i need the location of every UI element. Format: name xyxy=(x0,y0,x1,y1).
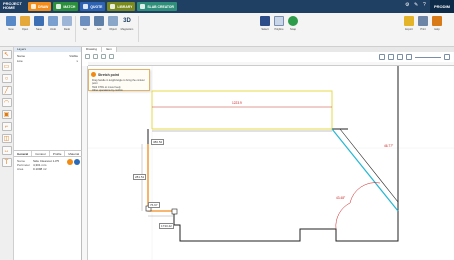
text-tool-icon[interactable]: T xyxy=(1,158,12,167)
export-button[interactable]: Export xyxy=(402,16,416,36)
layers-icon[interactable] xyxy=(388,54,394,60)
cutout-tool-icon[interactable]: ▣ xyxy=(1,110,12,119)
countertop-outline xyxy=(147,66,399,242)
zoom-controls xyxy=(379,54,450,60)
ribbon-divider xyxy=(75,16,76,42)
tab-match[interactable]: MATCH xyxy=(53,2,79,11)
top-nav: PROJECT HOME DRAW MATCH QUOTE LIBRARY SL… xyxy=(0,0,454,13)
arc-tool-icon[interactable]: ◠ xyxy=(1,98,12,107)
library-icon xyxy=(110,4,116,9)
zoom-out-icon[interactable] xyxy=(406,54,412,60)
redo-icon xyxy=(62,16,72,26)
add-icon xyxy=(94,16,104,26)
settings-icon[interactable]: ⚙ xyxy=(405,3,410,8)
set-icon xyxy=(80,16,90,26)
project-home-button[interactable]: PROJECT HOME xyxy=(0,0,26,13)
snap-icon xyxy=(288,16,298,26)
folder-icon xyxy=(20,16,30,26)
new-button[interactable]: New xyxy=(4,16,18,36)
tab-draw[interactable]: DRAW xyxy=(28,2,52,11)
help-button[interactable]: Help xyxy=(430,16,444,36)
edge-tool-icon[interactable]: ⌐ xyxy=(1,122,12,131)
angle-label[interactable]: 46.77° xyxy=(384,144,393,148)
angle-arc xyxy=(335,202,351,230)
sink-tool-icon[interactable]: ◫ xyxy=(1,134,12,143)
polyline-button[interactable]: Polyline xyxy=(272,16,286,36)
print-icon xyxy=(418,16,428,26)
tree-row[interactable]: Line x xyxy=(17,59,78,64)
dimension-label[interactable]: 1733.42 xyxy=(159,223,174,229)
layers-panel: Layers Name Visible Line x General Contour… xyxy=(14,47,84,260)
save-button[interactable]: Save xyxy=(32,16,46,36)
angle-arc xyxy=(349,182,381,204)
stretch-handle[interactable] xyxy=(171,208,178,215)
slab-icon xyxy=(140,4,146,9)
stretch-point-hint: Stretch point Drag handle in length/angl… xyxy=(88,69,150,92)
print-button[interactable]: Print xyxy=(416,16,430,36)
object-icon xyxy=(108,16,118,26)
line-tool-icon[interactable]: ╱ xyxy=(1,86,12,95)
dimension-tool-icon[interactable]: ↔ xyxy=(1,146,12,155)
add-button[interactable]: Add xyxy=(92,16,106,36)
match-icon xyxy=(56,4,62,9)
circle-tool-icon[interactable]: ○ xyxy=(1,74,12,83)
copy-icon[interactable] xyxy=(101,53,106,59)
3d-button[interactable]: 3D Magnetism xyxy=(120,16,134,36)
ribbon-divider xyxy=(138,16,139,42)
dimension-label[interactable]: 281.51 xyxy=(133,174,147,180)
material-color-icon[interactable] xyxy=(67,159,73,165)
cut-icon[interactable] xyxy=(93,53,98,59)
zoom-slider[interactable] xyxy=(415,56,441,58)
undo-icon xyxy=(48,16,58,26)
yellow-outline xyxy=(151,90,333,129)
left-tool-strip: ↖ ▭ ○ ╱ ◠ ▣ ⌐ ◫ ↔ T xyxy=(0,47,14,260)
tab-library[interactable]: LIBRARY xyxy=(107,2,136,11)
quote-icon xyxy=(83,4,89,9)
paste-icon[interactable] xyxy=(109,53,114,59)
dimension-label[interactable]: 76.97 xyxy=(148,202,160,208)
tab-slab-creator[interactable]: SLAB CREATOR xyxy=(137,2,177,11)
fit-icon[interactable] xyxy=(397,54,403,60)
prop-row: Area 0.1098 m² xyxy=(17,167,47,171)
properties-panel: General Contour Profile Material Name Sid… xyxy=(14,150,84,206)
object-button[interactable]: Object xyxy=(106,16,120,36)
select-button[interactable]: Select xyxy=(258,16,272,36)
zoom-in-icon[interactable] xyxy=(444,54,450,60)
redo-button[interactable]: Redo xyxy=(60,16,74,36)
tab-quote[interactable]: QUOTE xyxy=(80,2,106,11)
tab-profile[interactable]: Profile xyxy=(50,151,66,156)
draw-icon xyxy=(31,4,36,9)
rectangle-tool-icon[interactable]: ▭ xyxy=(1,62,12,71)
layer-tree: Name Visible Line x xyxy=(14,52,81,66)
export-icon xyxy=(404,16,414,26)
refresh-icon[interactable] xyxy=(85,53,90,59)
dimension-label[interactable]: 380.52 xyxy=(151,139,165,145)
pin-icon[interactable]: ✎ xyxy=(414,3,419,8)
tab-material[interactable]: Material xyxy=(65,151,84,156)
snap-button[interactable]: Snap xyxy=(286,16,300,36)
polyline-icon xyxy=(274,16,284,26)
save-icon xyxy=(34,16,44,26)
pointer-tool-icon[interactable]: ↖ xyxy=(1,50,12,59)
dimension-label[interactable]: 1223.9 xyxy=(232,101,242,105)
angle-label[interactable]: 43.48° xyxy=(336,196,345,200)
info-icon[interactable] xyxy=(74,159,80,165)
open-button[interactable]: Open xyxy=(18,16,32,36)
select-icon xyxy=(260,16,270,26)
tab-drawing[interactable]: Drawing xyxy=(82,47,103,52)
help-book-icon xyxy=(432,16,442,26)
undo-button[interactable]: Undo xyxy=(46,16,60,36)
prodim-logo: PRODIM xyxy=(430,0,454,13)
tab-general[interactable]: General xyxy=(14,151,33,156)
tab-item[interactable]: Item xyxy=(102,47,117,52)
drawing-canvas[interactable] xyxy=(88,66,454,260)
diagonal-line xyxy=(339,128,399,203)
info-icon xyxy=(91,72,96,77)
grid-icon[interactable] xyxy=(379,54,385,60)
ribbon-toolbar: New Open Save Undo Redo Set Add Object 3… xyxy=(0,13,454,47)
set-button[interactable]: Set xyxy=(78,16,92,36)
help-icon[interactable]: ? xyxy=(423,3,428,8)
new-icon xyxy=(6,16,16,26)
tab-contour[interactable]: Contour xyxy=(32,151,50,156)
